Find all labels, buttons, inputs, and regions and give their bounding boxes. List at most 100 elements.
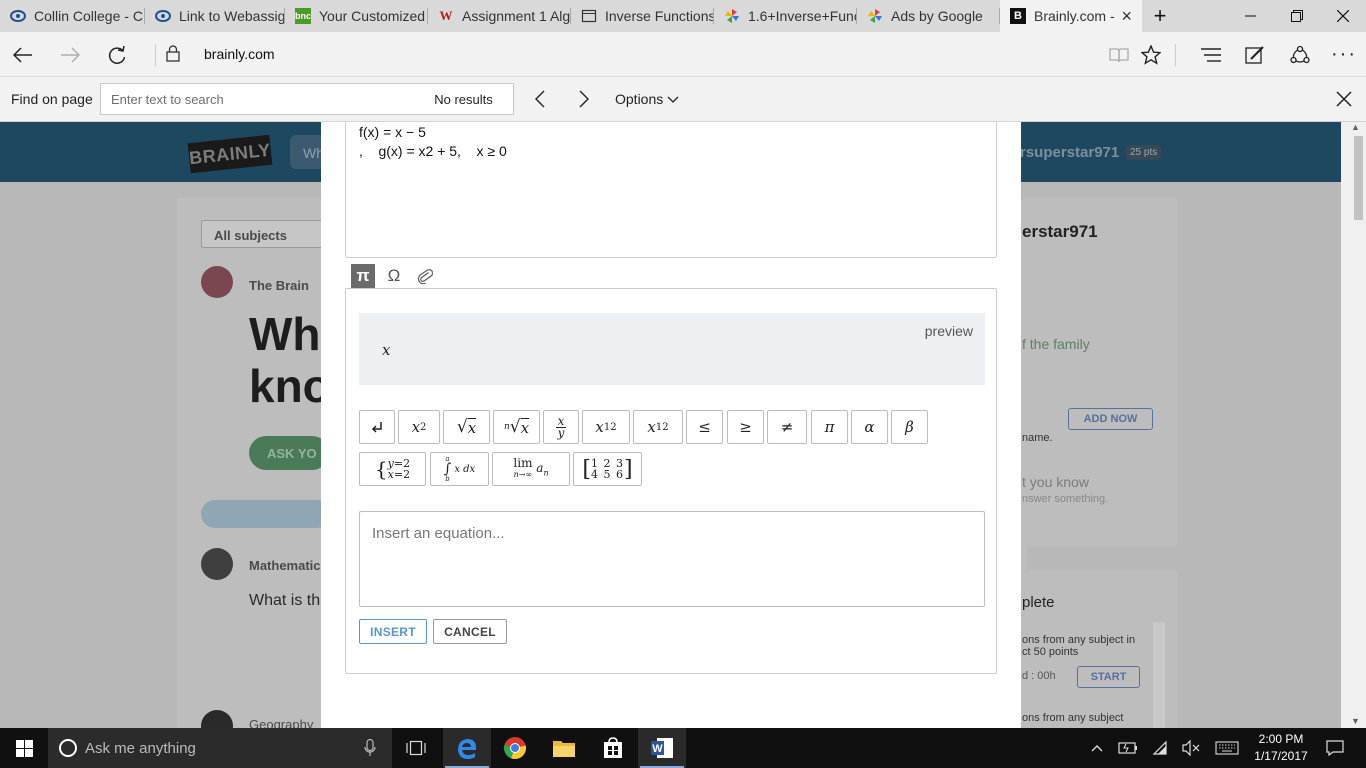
restore-button[interactable] — [1274, 0, 1320, 32]
refresh-button[interactable] — [94, 32, 140, 77]
cortana-search[interactable]: Ask me anything — [48, 728, 392, 768]
more-icon[interactable]: ··· — [1322, 32, 1366, 77]
progress-pill — [201, 500, 331, 528]
subscript-button[interactable]: x 12 — [582, 410, 630, 444]
tab-webassign-link[interactable]: Link to Webassign — [145, 0, 285, 32]
preview-label: preview — [924, 323, 973, 339]
tab-your-customized[interactable]: bnc Your Customized — [285, 0, 428, 32]
subject-label[interactable]: Geography — [249, 717, 313, 728]
address-bar: brainly.com ··· — [0, 32, 1366, 77]
greater-equal-button[interactable]: ≥ — [727, 410, 764, 444]
profile-name: erstar971 — [1022, 222, 1098, 241]
system-clock[interactable]: 2:00 PM 1/17/2017 — [1248, 731, 1314, 765]
superscript-button[interactable]: x 12 — [633, 410, 683, 444]
share-icon[interactable] — [1278, 32, 1322, 77]
pi-button[interactable]: π — [811, 410, 848, 444]
square-button[interactable]: x2 — [398, 410, 440, 444]
nth-root-button[interactable]: n √ x — [493, 410, 540, 444]
equation-preview: preview x — [359, 313, 985, 385]
file-explorer-icon[interactable] — [540, 728, 588, 768]
less-equal-button[interactable]: ≤ — [686, 410, 723, 444]
challenge-description: ons from any subject in ct 50 points — [1022, 634, 1136, 658]
insert-button[interactable]: INSERT — [359, 619, 427, 644]
find-input[interactable] — [100, 83, 415, 115]
google-icon — [867, 8, 883, 24]
omega-tool-tab[interactable]: Ω — [382, 264, 406, 288]
matrix-button[interactable]: [1 2 34 5 6] — [573, 452, 642, 486]
page-scrollbar[interactable]: ▲ ▼ — [1341, 122, 1366, 728]
subject-label[interactable]: Mathematic — [249, 558, 321, 573]
tab-inverse-func-pdf[interactable]: 1.6+Inverse+Func — [714, 0, 857, 32]
windows-start-button[interactable] — [0, 728, 48, 768]
pi-tool-tab[interactable]: π — [351, 264, 375, 288]
close-window-button[interactable] — [1320, 0, 1366, 32]
name-label: name. — [1022, 432, 1053, 444]
fraction-button[interactable]: xy — [543, 410, 579, 444]
keyboard-icon[interactable] — [1212, 728, 1242, 768]
scroll-thumb[interactable] — [1354, 136, 1363, 220]
action-center-icon[interactable] — [1320, 728, 1350, 768]
tab-brainly[interactable]: B Brainly.com - × — [1000, 0, 1142, 32]
not-equal-button[interactable]: ≠ — [767, 410, 807, 444]
new-tab-button[interactable]: + — [1138, 0, 1182, 32]
find-close-icon[interactable] — [1330, 85, 1358, 113]
back-button[interactable] — [0, 32, 46, 77]
integral-button[interactable]: a ∫ b x dx — [430, 452, 489, 486]
tab-ads-by-google[interactable]: Ads by Google — [857, 0, 1000, 32]
start-button[interactable]: START — [1077, 666, 1140, 688]
add-now-button[interactable]: ADD NOW — [1068, 408, 1153, 430]
web-note-icon[interactable] — [1233, 32, 1277, 77]
forward-button[interactable] — [47, 32, 93, 77]
subjects-select[interactable]: All subjects — [201, 220, 326, 248]
edge-icon[interactable] — [443, 728, 491, 768]
paperclip-icon[interactable] — [413, 264, 437, 288]
store-icon[interactable] — [589, 728, 637, 768]
limit-button[interactable]: lim n→∞ an — [492, 452, 570, 486]
close-tab-icon[interactable]: × — [1121, 6, 1132, 27]
header-username[interactable]: rsuperstar971 — [1020, 144, 1119, 161]
preview-value: x — [382, 341, 391, 359]
enter-key-button[interactable] — [359, 410, 395, 444]
webassign-icon: W — [439, 8, 453, 23]
find-next-button[interactable] — [564, 83, 604, 115]
hub-icon[interactable] — [1189, 32, 1233, 77]
chrome-icon[interactable] — [491, 728, 539, 768]
tab-collin-college[interactable]: Collin College - C — [0, 0, 145, 32]
tab-assignment[interactable]: W Assignment 1 Alg — [428, 0, 571, 32]
svg-text:W: W — [652, 743, 663, 755]
url-field[interactable]: brainly.com — [204, 46, 275, 62]
scroll-up-icon[interactable]: ▲ — [1351, 122, 1360, 132]
task-view-icon[interactable] — [392, 728, 440, 768]
author-name[interactable]: The Brain — [249, 278, 309, 293]
battery-icon[interactable] — [1116, 728, 1140, 768]
sqrt-button[interactable]: √ x — [443, 410, 490, 444]
tab-inverse-functions[interactable]: Inverse Functions — [571, 0, 714, 32]
wifi-icon[interactable] — [1150, 728, 1174, 768]
inner-scrollbar[interactable] — [1153, 622, 1165, 728]
brainly-logo[interactable]: BRAINLY — [187, 134, 273, 174]
answer-something-text: nswer something. — [1022, 493, 1109, 505]
scroll-down-icon[interactable]: ▼ — [1351, 716, 1360, 726]
complete-heading: plete — [1022, 594, 1055, 611]
ask-question-button[interactable]: ASK YO — [249, 436, 329, 470]
cortana-icon — [59, 739, 77, 757]
cancel-button[interactable]: CANCEL — [433, 619, 507, 644]
beta-button[interactable]: β — [891, 410, 928, 444]
volume-muted-icon[interactable] — [1180, 728, 1204, 768]
tab-strip: Collin College - C Link to Webassign bnc… — [0, 0, 1366, 32]
system-of-equations-button[interactable]: {y=2 x=2 — [359, 452, 426, 486]
favorite-star-icon[interactable] — [1129, 32, 1173, 77]
brainly-icon: B — [1010, 8, 1026, 24]
word-icon[interactable]: W — [638, 728, 686, 768]
equation-input[interactable] — [359, 511, 985, 607]
find-previous-button[interactable] — [520, 83, 560, 115]
microphone-icon[interactable] — [364, 739, 376, 757]
question-textarea[interactable]: f(x) = x − 5 , g(x) = x2 + 5, x ≥ 0 — [345, 122, 997, 258]
question-snippet[interactable]: What is th — [249, 592, 320, 610]
find-options-button[interactable]: Options — [615, 91, 679, 107]
points-badge: 25 pts — [1126, 145, 1162, 160]
minimize-button[interactable] — [1228, 0, 1274, 32]
alpha-button[interactable]: α — [851, 410, 888, 444]
pinwheel-icon — [724, 8, 740, 24]
show-hidden-icons[interactable] — [1086, 728, 1108, 768]
